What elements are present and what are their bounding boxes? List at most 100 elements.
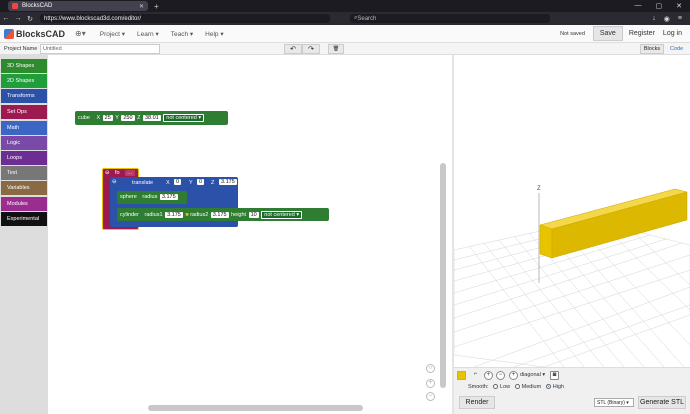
- translate-y-field[interactable]: 0: [197, 179, 205, 185]
- block-workspace[interactable]: [48, 55, 450, 414]
- new-tab-button[interactable]: +: [154, 2, 159, 11]
- zoom-out-icon[interactable]: −: [426, 392, 435, 401]
- redo-button[interactable]: ↷: [302, 44, 320, 54]
- cylinder-block[interactable]: cylinder radius1 3.175 ■ radius2 3.175 h…: [117, 208, 329, 221]
- smooth-low-label: Low: [500, 384, 511, 390]
- reload-icon[interactable]: ↻: [24, 15, 36, 23]
- axes-toggle-icon[interactable]: ⌐: [471, 371, 480, 380]
- minimize-icon[interactable]: —: [635, 2, 642, 10]
- menu-project[interactable]: Project ▾: [100, 30, 125, 38]
- setop-dropdown[interactable]: …: [125, 170, 135, 176]
- browser-tab-bar: BlocksCAD ✕ + — ▢ ✕: [0, 0, 690, 12]
- undo-button[interactable]: ↶: [284, 44, 302, 54]
- sphere-radius-field[interactable]: 3.175: [159, 194, 178, 200]
- viewer-zoom-out-icon[interactable]: −: [496, 371, 505, 380]
- 3d-viewer[interactable]: Z: [453, 55, 690, 368]
- camera-icon[interactable]: ◙: [550, 371, 559, 380]
- render-button[interactable]: Render: [459, 396, 495, 409]
- translate-x-field[interactable]: 0: [174, 179, 182, 185]
- browser-tab[interactable]: BlocksCAD ✕: [8, 1, 148, 11]
- menu-icon[interactable]: ≡: [678, 15, 682, 23]
- translate-z-label: Z: [211, 180, 215, 186]
- generate-stl-button[interactable]: Generate STL: [638, 396, 686, 409]
- cylinder-height-field[interactable]: 10: [248, 212, 259, 218]
- menu-learn[interactable]: Learn ▾: [137, 30, 159, 38]
- cube-y-label: Y: [115, 115, 119, 121]
- app-logo[interactable]: BlocksCAD: [4, 28, 65, 39]
- save-button[interactable]: Save: [592, 26, 623, 41]
- back-icon[interactable]: ←: [0, 15, 12, 22]
- downloads-icon[interactable]: ↓: [652, 15, 656, 23]
- category-text[interactable]: Text: [1, 166, 47, 180]
- close-window-icon[interactable]: ✕: [676, 2, 682, 10]
- cylinder-center-dropdown[interactable]: not centered ▾: [261, 211, 303, 219]
- forward-icon[interactable]: →: [12, 15, 24, 22]
- smooth-medium-radio[interactable]: [514, 384, 520, 390]
- account-icon[interactable]: ◉: [664, 15, 670, 23]
- workspace-horizontal-scrollbar[interactable]: [148, 405, 363, 411]
- cube-z-field[interactable]: 38.01: [142, 115, 161, 121]
- view-select[interactable]: diagonal ▾: [520, 372, 545, 378]
- category-set-ops[interactable]: Set Ops: [1, 105, 47, 119]
- maximize-icon[interactable]: ▢: [656, 2, 663, 10]
- window-controls: — ▢ ✕: [635, 2, 690, 10]
- tab-title: BlocksCAD: [22, 3, 53, 9]
- block-toolbox: 3D Shapes 2D Shapes Transforms Set Ops M…: [0, 55, 48, 414]
- search-input[interactable]: ⌕ Search: [350, 14, 550, 23]
- cube-x-label: X: [96, 115, 101, 121]
- smooth-group: Smooth: Low Medium High: [468, 384, 564, 390]
- color-swatch[interactable]: [457, 371, 466, 380]
- cube-block[interactable]: cube X 25 Y 250 Z 38.01 not centered ▾: [75, 111, 228, 125]
- cylinder-r2-field[interactable]: 3.175: [210, 212, 229, 218]
- zoom-in-icon[interactable]: +: [426, 379, 435, 388]
- smooth-high-label: High: [552, 384, 565, 390]
- category-2d-shapes[interactable]: 2D Shapes: [1, 74, 47, 88]
- smooth-low-radio[interactable]: [493, 384, 499, 390]
- language-globe-icon[interactable]: ⊕▾: [75, 29, 86, 38]
- category-transforms[interactable]: Transforms: [1, 89, 47, 103]
- workspace-vertical-scrollbar[interactable]: [440, 163, 446, 388]
- setop-toggle-icon[interactable]: ⊖: [105, 170, 110, 176]
- zoom-reset-icon[interactable]: ○: [426, 364, 435, 373]
- cube-x-field[interactable]: 25: [102, 115, 113, 121]
- cylinder-label: cylinder: [120, 212, 139, 218]
- cube-y-field[interactable]: 250: [121, 115, 135, 121]
- register-link[interactable]: Register: [629, 30, 655, 37]
- app-header: BlocksCAD ⊕▾ Project ▾ Learn ▾ Teach ▾ H…: [0, 25, 690, 43]
- sphere-block[interactable]: sphere radius 3.175: [117, 191, 187, 204]
- save-status: Not saved: [560, 30, 585, 37]
- smooth-high-radio[interactable]: [545, 384, 551, 390]
- translate-x-label: X: [166, 180, 170, 186]
- smooth-label: Smooth:: [468, 384, 489, 390]
- address-bar[interactable]: https://www.blockscad3d.com/editor/: [40, 14, 330, 23]
- lock-icon[interactable]: ■: [185, 212, 188, 218]
- category-3d-shapes[interactable]: 3D Shapes: [1, 59, 47, 73]
- login-link[interactable]: Log in: [663, 30, 682, 37]
- category-math[interactable]: Math: [1, 121, 47, 135]
- viewer-zoom-in-icon[interactable]: +: [484, 371, 493, 380]
- trash-icon[interactable]: 🗑: [328, 44, 344, 54]
- category-experimental[interactable]: Experimental: [1, 212, 47, 226]
- menu-teach[interactable]: Teach ▾: [171, 30, 193, 38]
- cylinder-r1-field[interactable]: 3.175: [165, 212, 183, 218]
- format-select[interactable]: STL (Binary) ▾: [594, 398, 634, 407]
- sphere-radius-label: radius: [142, 194, 158, 200]
- category-modules[interactable]: Modules: [1, 197, 47, 211]
- yellow-box-object: [539, 188, 688, 259]
- browser-nav-bar: ← → ↻ https://www.blockscad3d.com/editor…: [0, 12, 690, 25]
- category-variables[interactable]: Variables: [1, 181, 47, 195]
- url-text: https://www.blockscad3d.com/editor/: [44, 15, 142, 22]
- viewer-reset-icon[interactable]: +: [509, 371, 518, 380]
- cube-center-dropdown[interactable]: not centered ▾: [163, 114, 205, 122]
- translate-toggle-icon[interactable]: ⊖: [112, 179, 117, 185]
- category-loops[interactable]: Loops: [1, 151, 47, 165]
- project-name-label: Project Name: [4, 46, 38, 52]
- project-name-input[interactable]: Untitled: [40, 44, 160, 54]
- tab-code[interactable]: Code: [670, 46, 683, 52]
- translate-z-field[interactable]: 3.175: [219, 179, 237, 185]
- tab-blocks[interactable]: Blocks: [640, 44, 664, 54]
- close-tab-icon[interactable]: ✕: [139, 3, 144, 10]
- category-logic[interactable]: Logic: [1, 136, 47, 150]
- menu-help[interactable]: Help ▾: [205, 30, 223, 38]
- viewer-controls: ⌐ + − + diagonal ▾ ◙ Smooth: Low Medium …: [454, 367, 690, 414]
